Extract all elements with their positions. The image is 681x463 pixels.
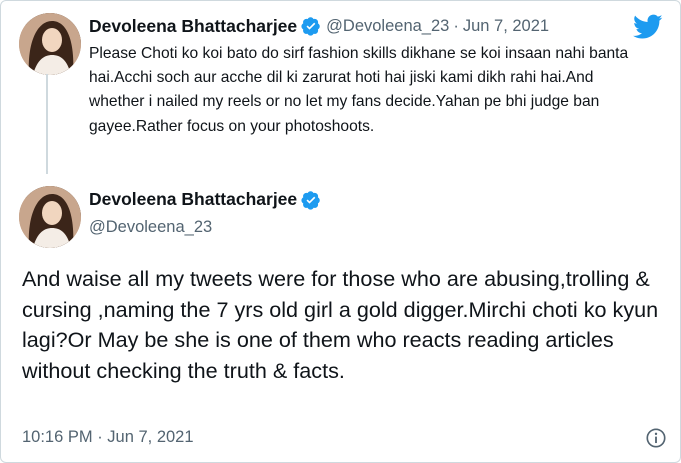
twitter-bird-icon[interactable] <box>633 14 663 40</box>
author-handle[interactable]: @Devoleena_23 <box>89 218 212 237</box>
avatar-photo <box>19 13 81 75</box>
main-tweet-text: And waise all my tweets were for those w… <box>22 266 659 383</box>
tweet-timestamp[interactable]: 10:16 PM · Jun 7, 2021 <box>22 428 194 447</box>
main-tweet-header: Devoleena Bhattacharjee <box>89 189 326 210</box>
avatar[interactable] <box>19 13 81 75</box>
verified-badge-icon <box>301 17 320 36</box>
separator-dot: · <box>453 16 459 35</box>
author-name[interactable]: Devoleena Bhattacharjee <box>89 16 297 37</box>
info-icon[interactable] <box>645 427 667 449</box>
thread-connector <box>46 74 48 174</box>
reply-tweet-header: Devoleena Bhattacharjee @Devoleena_23 · … <box>89 14 549 38</box>
avatar-photo <box>19 186 81 248</box>
author-handle[interactable]: @Devoleena_23 <box>326 17 449 36</box>
verified-badge-icon <box>301 190 320 210</box>
reply-tweet-text: Please Choti ko koi bato do sirf fashion… <box>89 45 629 135</box>
author-name[interactable]: Devoleena Bhattacharjee <box>89 189 297 210</box>
avatar[interactable] <box>19 186 81 248</box>
tweet-date[interactable]: Jun 7, 2021 <box>463 17 549 36</box>
